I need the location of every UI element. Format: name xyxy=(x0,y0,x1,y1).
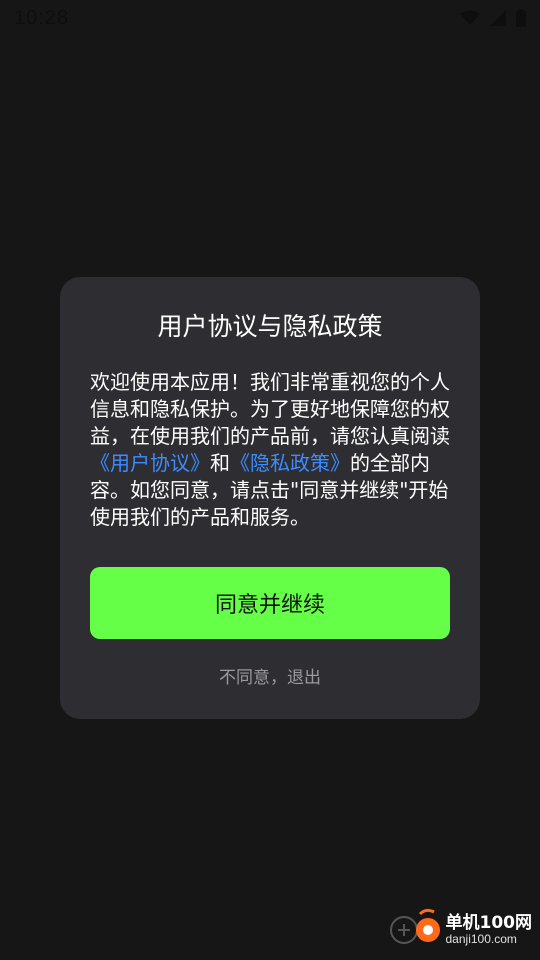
dialog-body: 欢迎使用本应用！我们非常重视您的个人信息和隐私保护。为了更好地保障您的权益，在使… xyxy=(90,369,450,531)
watermark-brand: 单机100网 xyxy=(445,913,533,934)
signal-icon xyxy=(490,10,506,26)
watermark: 单机100网 danji100.com xyxy=(389,906,533,954)
watermark-logo-icon xyxy=(389,906,442,954)
status-bar: 10:28 xyxy=(0,0,540,36)
privacy-dialog: 用户协议与隐私政策 欢迎使用本应用！我们非常重视您的个人信息和隐私保护。为了更好… xyxy=(60,277,480,719)
user-agreement-link[interactable]: 《用户协议》 xyxy=(90,451,210,475)
screen: 10:28 用户协议与隐私政策 欢迎使用本应用！我们非常重视您的个人信息和隐私保… xyxy=(0,0,540,960)
watermark-text: 单机100网 danji100.com xyxy=(446,914,533,946)
wifi-icon xyxy=(460,10,480,26)
watermark-domain: danji100.com xyxy=(445,931,517,946)
status-time: 10:28 xyxy=(14,6,70,29)
battery-icon xyxy=(516,9,526,27)
status-icons xyxy=(460,9,526,27)
agree-continue-button[interactable]: 同意并继续 xyxy=(90,567,450,639)
dialog-title: 用户协议与隐私政策 xyxy=(157,312,383,341)
privacy-policy-link[interactable]: 《隐私政策》 xyxy=(230,451,350,475)
body-text-2: 和 xyxy=(210,451,230,475)
decline-exit-button[interactable]: 不同意，退出 xyxy=(90,663,450,688)
body-text-1: 欢迎使用本应用！我们非常重视您的个人信息和隐私保护。为了更好地保障您的权益，在使… xyxy=(90,370,450,448)
